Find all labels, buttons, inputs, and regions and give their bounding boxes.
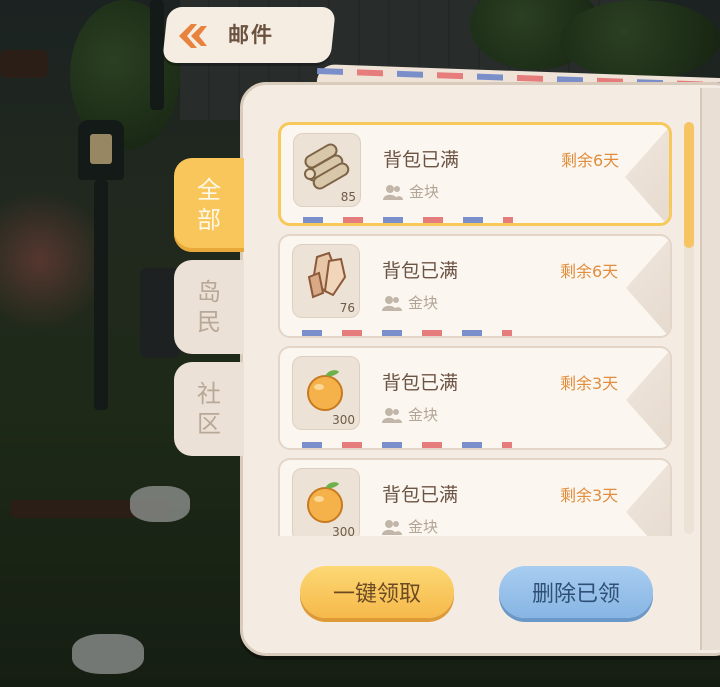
back-arrow-icon <box>179 24 207 48</box>
mail-reward: 金块 <box>382 292 438 313</box>
airmail-stripes <box>302 442 512 448</box>
users-icon <box>382 295 402 311</box>
crystal-ore-icon <box>307 251 347 299</box>
delete-claimed-button[interactable]: 删除已领 <box>499 566 653 618</box>
mail-title: 背包已满 <box>382 484 459 506</box>
envelope-flap <box>626 348 670 448</box>
envelope-flap <box>626 236 670 336</box>
mail-remaining-days: 剩余6天 <box>561 151 620 170</box>
mail-item[interactable]: 300 背包已满 剩余3天 金块 <box>278 458 672 536</box>
mail-remaining-days: 剩余3天 <box>560 374 619 393</box>
mail-reward: 金块 <box>382 516 438 536</box>
mail-item[interactable]: 85 背包已满 剩余6天 金块 <box>278 122 672 226</box>
panel-edge <box>700 88 720 650</box>
tab-all[interactable]: 全 部 <box>174 158 244 252</box>
orange-fruit-icon <box>307 482 343 523</box>
users-icon <box>383 184 403 200</box>
envelope-flap <box>626 460 670 536</box>
airmail-stripes <box>303 217 513 223</box>
mail-item[interactable]: 300 背包已满 剩余3天 金块 <box>278 346 672 450</box>
mail-reward: 金块 <box>382 404 438 425</box>
mail-list-scrollbar[interactable] <box>684 122 694 534</box>
mail-title: 背包已满 <box>383 149 460 171</box>
claim-all-button[interactable]: 一键领取 <box>300 566 454 618</box>
mail-reward: 金块 <box>383 181 439 202</box>
airmail-stripes <box>302 330 512 336</box>
mail-item[interactable]: 76 背包已满 剩余6天 金块 <box>278 234 672 338</box>
scrollbar-thumb[interactable] <box>684 122 694 248</box>
tab-islanders[interactable]: 岛 民 <box>174 260 244 354</box>
orange-fruit-icon <box>307 370 343 411</box>
tab-community[interactable]: 社 区 <box>174 362 244 456</box>
reward-item-slot: 85 <box>293 133 361 207</box>
back-button[interactable] <box>170 18 214 54</box>
users-icon <box>382 519 402 535</box>
reward-item-slot: 300 <box>292 356 360 430</box>
page-title: 邮件 <box>228 23 274 47</box>
mail-title: 背包已满 <box>382 260 459 282</box>
reward-item-slot: 300 <box>292 468 360 536</box>
envelope-flap <box>625 125 669 223</box>
mail-title: 背包已满 <box>382 372 459 394</box>
mail-remaining-days: 剩余3天 <box>560 486 619 505</box>
mail-list[interactable]: 85 背包已满 剩余6天 金块 76 背包已满 剩余6天 金块 300 背包已满… <box>278 120 674 536</box>
wood-logs-icon <box>304 143 350 190</box>
users-icon <box>382 407 402 423</box>
reward-item-slot: 76 <box>292 244 360 318</box>
mail-remaining-days: 剩余6天 <box>560 262 619 281</box>
